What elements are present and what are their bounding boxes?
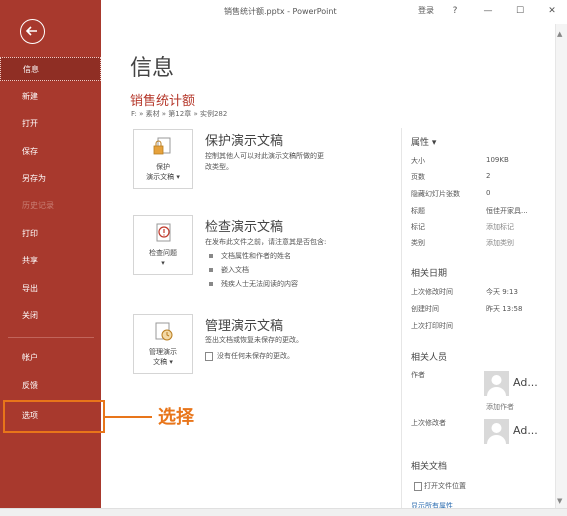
help-button[interactable]: ? [449, 4, 461, 18]
sidebar-item-history[interactable]: 历史记录 [0, 194, 101, 218]
window-title: 销售统计额.pptx - PowerPoint [224, 7, 337, 16]
arrow-left-icon [25, 26, 37, 36]
back-button[interactable] [20, 19, 45, 44]
documents-heading: 相关文档 [411, 462, 448, 472]
manage-desc-1: 签出文档或恢复未保存的更改。 [205, 336, 303, 344]
bullet-square-icon [209, 282, 213, 286]
sidebar-item-share[interactable]: 共享 [0, 249, 101, 273]
protect-presentation-button[interactable]: 保护 演示文稿 ▾ [133, 129, 193, 189]
prop-val-title[interactable]: 恒佳开家具... [486, 206, 528, 216]
open-file-location-text: 打开文件位置 [424, 482, 466, 490]
inspect-bullet-3: 残疾人士无法阅读的内容 [209, 279, 298, 289]
prop-key-size: 大小 [411, 157, 425, 165]
inspect-bullet-text-3: 残疾人士无法阅读的内容 [221, 280, 298, 288]
inspect-bullet-1: 文档属性和作者的姓名 [209, 251, 291, 261]
manage-card-label-1: 管理演示 [149, 348, 177, 356]
people-heading: 相关人员 [411, 353, 448, 363]
lock-document-icon [153, 137, 171, 155]
login-button[interactable]: 登录 [414, 4, 438, 18]
scroll-down-icon[interactable]: ▼ [557, 497, 562, 505]
document-icon [414, 481, 422, 491]
date-key-created: 创建时间 [411, 305, 439, 313]
sidebar-item-open[interactable]: 打开 [0, 112, 101, 136]
file-path-breadcrumb[interactable]: F: » 素材 » 第12章 » 实例282 [131, 109, 227, 119]
prop-key-category: 类别 [411, 239, 425, 247]
prop-val-size: 109KB [486, 156, 509, 164]
prop-key-title: 标题 [411, 207, 425, 215]
manage-title: 管理演示文稿 [205, 319, 284, 334]
open-file-location-link[interactable]: 打开文件位置 [414, 481, 466, 491]
date-key-modified: 上次修改时间 [411, 288, 453, 296]
bullet-square-icon [209, 268, 213, 272]
check-issues-icon [156, 223, 171, 242]
title-bar: 销售统计额.pptx - PowerPoint 登录 ? — ☐ ✕ [101, 0, 567, 24]
prop-val-tags[interactable]: 添加标记 [486, 222, 514, 232]
date-key-printed: 上次打印时间 [411, 322, 453, 330]
protect-card-label-2: 演示文稿 ▾ [146, 173, 180, 181]
vertical-scrollbar[interactable] [555, 24, 567, 508]
sidebar-item-close[interactable]: 关闭 [0, 304, 101, 328]
author-avatar [484, 371, 509, 396]
sidebar-item-save[interactable]: 保存 [0, 140, 101, 164]
prop-val-pages: 2 [486, 172, 491, 180]
file-name: 销售统计额 [130, 94, 196, 109]
sidebar-divider [8, 337, 94, 338]
manage-document-icon [155, 322, 173, 341]
author-name[interactable]: Ad... [513, 376, 538, 389]
inspect-desc-1: 在发布此文件之前，请注意其是否包含: [205, 238, 327, 246]
scroll-up-icon[interactable]: ▲ [557, 30, 562, 38]
date-val-created: 昨天 13:58 [486, 305, 523, 313]
horizontal-scrollbar[interactable] [0, 508, 567, 516]
callout-line [105, 416, 152, 418]
backstage-sidebar: 信息 新建 打开 保存 另存为 历史记录 打印 共享 导出 关闭 帐户 反馈 选… [0, 0, 101, 516]
dates-heading: 相关日期 [411, 269, 448, 279]
inspect-title: 检查演示文稿 [205, 220, 284, 235]
last-modified-name[interactable]: Ad... [513, 424, 538, 437]
manage-note: 没有任何未保存的更改。 [205, 351, 294, 362]
close-button[interactable]: ✕ [545, 4, 559, 18]
sidebar-item-account[interactable]: 帐户 [0, 346, 101, 370]
author-label: 作者 [411, 371, 425, 379]
prop-key-tags: 标记 [411, 223, 425, 231]
callout-label: 选择 [158, 407, 194, 428]
properties-heading[interactable]: 属性 ▾ [411, 135, 436, 148]
sidebar-item-save-as[interactable]: 另存为 [0, 167, 101, 191]
sidebar-item-feedback[interactable]: 反馈 [0, 374, 101, 398]
manage-card-label-2: 文稿 ▾ [153, 358, 173, 366]
inspect-bullet-text-2: 嵌入文档 [221, 266, 249, 274]
protect-card-label-1: 保护 [156, 163, 170, 171]
prop-key-pages: 页数 [411, 173, 425, 181]
last-modified-avatar [484, 419, 509, 444]
inspect-card-label-2: ▾ [161, 259, 165, 267]
manage-presentation-button[interactable]: 管理演示 文稿 ▾ [133, 314, 193, 374]
sidebar-item-export[interactable]: 导出 [0, 277, 101, 301]
person-icon [487, 423, 506, 444]
sidebar-item-print[interactable]: 打印 [0, 222, 101, 246]
last-modified-by-label: 上次修改者 [411, 419, 446, 427]
add-author-link[interactable]: 添加作者 [486, 402, 514, 412]
date-val-modified: 今天 9:13 [486, 288, 518, 296]
inspect-presentation-button[interactable]: 检查问题 ▾ [133, 215, 193, 275]
document-icon [205, 351, 213, 361]
sidebar-item-new[interactable]: 新建 [0, 85, 101, 109]
pane-divider [401, 128, 402, 508]
options-highlight-box [3, 400, 105, 433]
sidebar-item-info[interactable]: 信息 [0, 57, 101, 81]
prop-key-hidden-slides: 隐藏幻灯片张数 [411, 190, 460, 198]
page-title: 信息 [130, 56, 175, 81]
protect-desc-1: 控制其他人可以对此演示文稿所做的更 [205, 152, 324, 160]
inspect-bullet-text-1: 文档属性和作者的姓名 [221, 252, 291, 260]
prop-val-category[interactable]: 添加类别 [486, 238, 514, 248]
person-icon [487, 375, 506, 396]
bullet-square-icon [209, 254, 213, 258]
prop-val-hidden-slides: 0 [486, 189, 491, 197]
inspect-card-label-1: 检查问题 [149, 249, 177, 257]
minimize-button[interactable]: — [481, 4, 495, 18]
protect-desc-2: 改类型。 [205, 163, 233, 171]
manage-note-text: 没有任何未保存的更改。 [217, 352, 294, 360]
inspect-bullet-2: 嵌入文档 [209, 265, 249, 275]
protect-title: 保护演示文稿 [205, 134, 284, 149]
show-all-properties-link[interactable]: 显示所有属性 [411, 501, 453, 508]
maximize-button[interactable]: ☐ [513, 4, 527, 18]
